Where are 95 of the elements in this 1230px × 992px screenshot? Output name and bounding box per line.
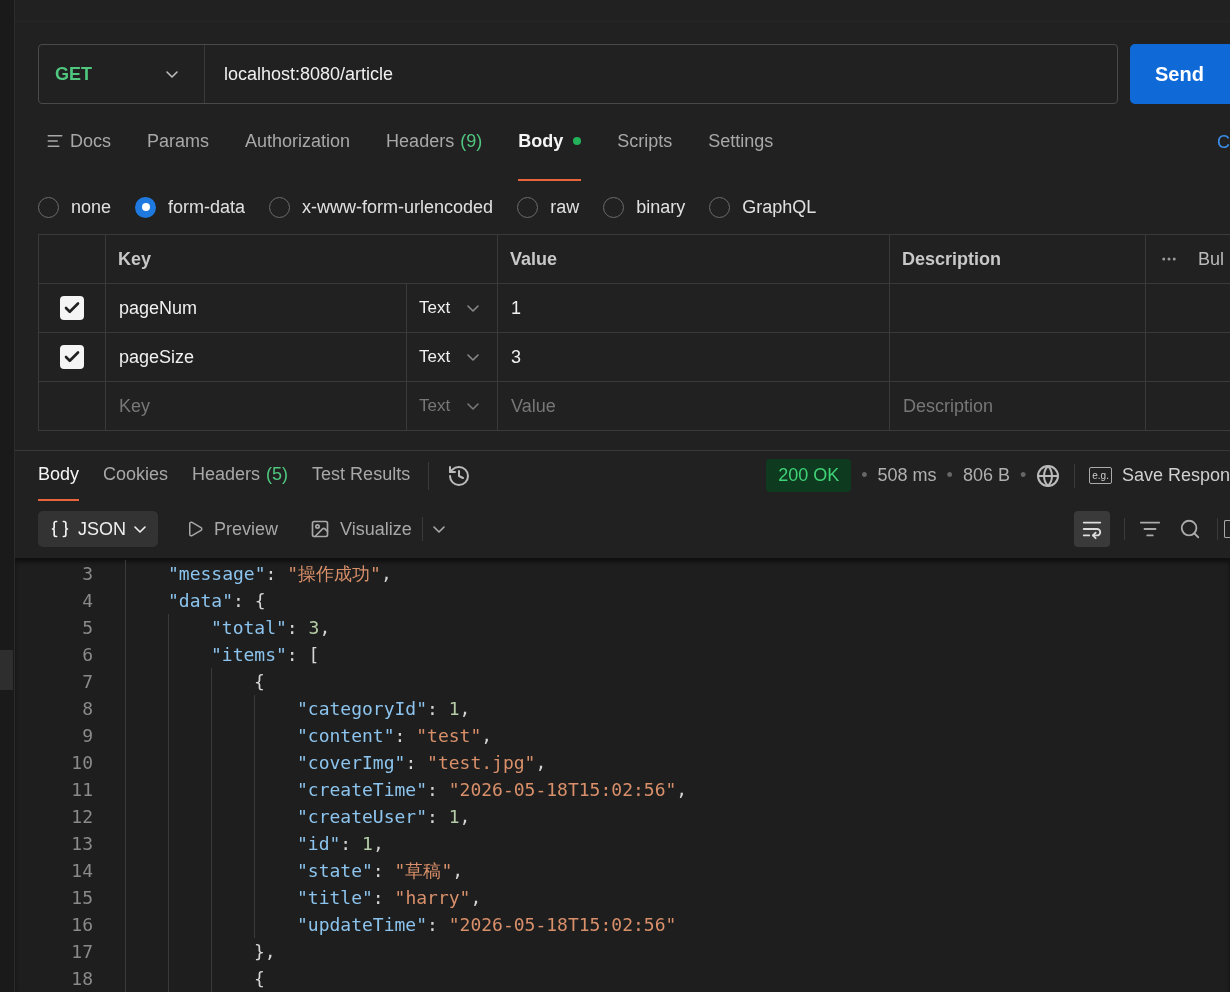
response-tab[interactable]: Cookies — [103, 450, 169, 501]
description-field[interactable]: Description — [890, 382, 1146, 431]
preview-button[interactable]: Preview — [186, 515, 279, 543]
line-number: 13 — [70, 832, 93, 856]
checkbox[interactable] — [60, 296, 84, 321]
line-number: 9 — [81, 724, 93, 748]
response-tab[interactable]: Test Results — [312, 450, 411, 501]
separator-dot: • — [946, 464, 953, 488]
request-tab[interactable]: Params — [147, 104, 210, 181]
request-tab[interactable]: Body — [518, 104, 582, 181]
search-icon[interactable] — [1179, 518, 1201, 541]
braces-icon — [50, 519, 70, 540]
wrap-lines-button[interactable] — [1074, 511, 1110, 548]
line-number: 12 — [70, 805, 93, 829]
code-line: { — [254, 670, 265, 694]
radio-label: x-www-form-urlencoded — [302, 195, 494, 219]
status-badge: 200 OK — [766, 459, 852, 493]
code-line: "data": { — [168, 589, 266, 613]
key-cell[interactable]: pageNum — [106, 284, 407, 333]
chevron-icon — [467, 402, 479, 410]
code-line: "createUser": 1, — [297, 805, 471, 829]
format-dropdown[interactable]: JSON — [38, 511, 158, 548]
code-line: "content": "test", — [297, 724, 493, 748]
bulk-edit-link[interactable]: Bul — [1198, 245, 1224, 273]
checkbox[interactable] — [60, 345, 84, 370]
code-line: "createTime": "2026-05-18T15:02:56", — [297, 778, 688, 802]
request-tab[interactable]: Authorization — [245, 104, 351, 181]
url-field[interactable]: localhost:8080/article — [205, 60, 1117, 88]
request-tab[interactable]: Docs — [46, 104, 111, 181]
column-header: Value — [498, 235, 890, 284]
image-icon — [310, 519, 331, 540]
save-response-button[interactable]: Save Respon — [1121, 462, 1230, 490]
line-number: 4 — [81, 589, 93, 613]
example-badge: e.g. — [1089, 467, 1112, 485]
line-number: 14 — [70, 859, 93, 883]
chevron-icon — [467, 304, 479, 312]
radio-label: raw — [550, 195, 580, 219]
chevron-icon — [134, 525, 146, 533]
type-dropdown[interactable]: Text — [407, 284, 498, 333]
line-number: 11 — [70, 778, 93, 802]
line-number: 5 — [81, 616, 93, 640]
code-line: { — [254, 967, 265, 991]
line-number: 3 — [81, 562, 93, 586]
line-number: 15 — [70, 886, 93, 910]
radio-label: GraphQL — [742, 195, 817, 219]
chevron-icon — [467, 353, 479, 361]
line-number: 17 — [70, 940, 93, 964]
code-line: "title": "harry", — [297, 886, 482, 910]
radio-label: none — [71, 195, 112, 219]
line-number: 6 — [81, 643, 93, 667]
line-number: 7 — [81, 670, 93, 694]
key-cell[interactable]: pageSize — [106, 333, 407, 382]
play-icon — [186, 520, 204, 539]
code-line: "categoryId": 1, — [297, 697, 471, 721]
code-line: }, — [254, 940, 276, 964]
column-header: Description — [890, 235, 1146, 284]
radio-label: binary — [636, 195, 686, 219]
response-time: 508 ms — [877, 464, 937, 488]
cookies-link[interactable]: C — [1217, 128, 1230, 156]
code-line: "updateTime": "2026-05-18T15:02:56" — [297, 913, 677, 937]
column-header: Key — [106, 235, 498, 284]
response-tab[interactable]: Body — [38, 450, 80, 501]
key-field[interactable]: Key — [106, 382, 407, 431]
type-dropdown[interactable]: Text — [407, 382, 498, 431]
chevron-icon — [166, 70, 178, 78]
line-number: 8 — [81, 697, 93, 721]
code-line: "id": 1, — [297, 832, 384, 856]
separator-dot: • — [1019, 464, 1027, 488]
request-tab[interactable]: Headers (9) — [386, 104, 483, 181]
method-dropdown[interactable]: GET — [39, 44, 205, 104]
value-cell[interactable]: 1 — [498, 284, 890, 333]
radio-button[interactable] — [135, 196, 157, 218]
chevron-icon — [432, 525, 445, 533]
separator-dot: • — [861, 464, 868, 488]
visualize-button[interactable]: Visualize — [310, 515, 412, 543]
code-line: "total": 3, — [211, 616, 331, 640]
request-tab[interactable]: Scripts — [617, 104, 673, 181]
radio-label: form-data — [168, 195, 246, 219]
globe-icon[interactable] — [1036, 463, 1061, 488]
response-size: 806 B — [962, 464, 1010, 488]
value-field[interactable]: Value — [498, 382, 890, 431]
line-number: 16 — [70, 913, 93, 937]
code-line: "items": [ — [211, 643, 320, 667]
code-line: "coverImg": "test.jpg", — [297, 751, 547, 775]
type-dropdown[interactable]: Text — [407, 333, 498, 382]
code-line: "state": "草稿", — [297, 859, 464, 883]
line-number: 18 — [70, 967, 93, 991]
request-tab[interactable]: Settings — [708, 104, 774, 181]
value-cell[interactable]: 3 — [498, 333, 890, 382]
line-number: 10 — [70, 751, 93, 775]
response-tab[interactable]: Headers (5) — [192, 450, 289, 501]
history-icon[interactable] — [447, 463, 472, 488]
url-bar[interactable]: GET localhost:8080/article — [38, 43, 1118, 105]
send-button[interactable]: Send — [1130, 43, 1230, 105]
code-line: "message": "操作成功", — [168, 562, 392, 586]
